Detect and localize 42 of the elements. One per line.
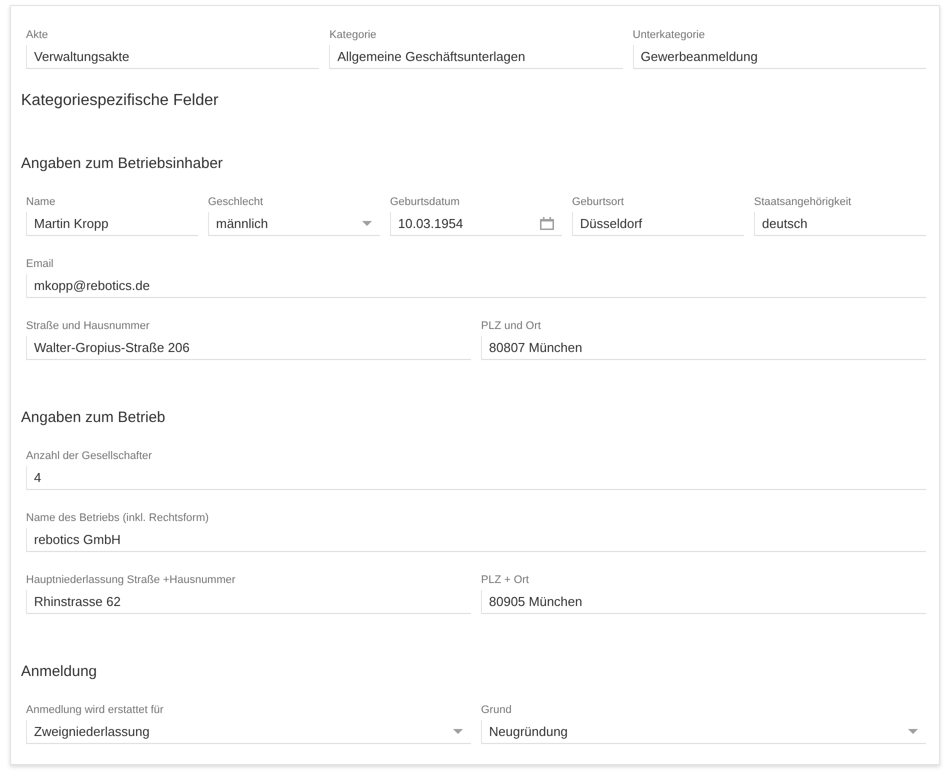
field-label: Name des Betriebs (inkl. Rechtsform) — [26, 512, 209, 525]
input-field[interactable]: 80905 München — [481, 590, 926, 614]
field-label: PLZ + Ort — [481, 574, 529, 587]
input-field[interactable]: 80807 München — [481, 336, 926, 360]
input-field[interactable]: Rhinstrasse 62 — [26, 590, 471, 614]
select-field[interactable]: Zweigniederlassung — [26, 720, 471, 744]
field-label: Kategorie — [329, 29, 376, 42]
select-field[interactable]: männlich — [208, 212, 380, 236]
input-field[interactable]: deutsch — [754, 212, 926, 236]
field-label: Straße und Hausnummer — [26, 320, 150, 333]
field-label: Staatsangehörigkeit — [754, 196, 852, 209]
input-field[interactable]: mkopp@rebotics.de — [26, 274, 926, 298]
input-field[interactable]: Walter-Gropius-Straße 206 — [26, 336, 471, 360]
date-field[interactable]: 10.03.1954 — [390, 212, 562, 236]
field-label: Grund — [481, 704, 512, 717]
input-field[interactable]: Gewerbeanmeldung — [632, 45, 926, 69]
field-label: Akte — [26, 29, 48, 42]
input-field[interactable]: 4 — [26, 466, 926, 490]
input-field[interactable]: Düsseldorf — [572, 212, 744, 236]
field-label: Hauptniederlassung Straße +Hausnummer — [26, 574, 236, 587]
input-field[interactable]: Martin Kropp — [26, 212, 198, 236]
calendar-icon — [540, 217, 554, 230]
field-label: PLZ und Ort — [481, 320, 541, 333]
field-label: Geschlecht — [208, 196, 264, 209]
section-title: Angaben zum Betrieb — [21, 408, 166, 428]
field-label: Name — [26, 196, 56, 209]
field-label: Geburtsdatum — [390, 196, 460, 209]
caret-icon — [362, 221, 372, 226]
input-field[interactable]: Verwaltungsakte — [26, 45, 320, 69]
section-title: Angaben zum Betriebsinhaber — [21, 154, 223, 174]
caret-icon — [908, 729, 918, 734]
field-label: Geburtsort — [572, 196, 624, 209]
caret-icon — [453, 729, 463, 734]
input-field[interactable]: Allgemeine Geschäftsunterlagen — [329, 45, 623, 69]
field-label: Anzahl der Gesellschafter — [26, 450, 152, 463]
field-label: Anmedlung wird erstattet für — [26, 704, 164, 717]
field-label: Unterkategorie — [632, 29, 705, 42]
input-field[interactable]: rebotics GmbH — [26, 528, 926, 552]
form-heading: Kategoriespezifische Felder — [21, 91, 218, 111]
field-label: Email — [26, 258, 54, 271]
select-field[interactable]: Neugründung — [481, 720, 926, 744]
section-title: Anmeldung — [21, 662, 97, 682]
